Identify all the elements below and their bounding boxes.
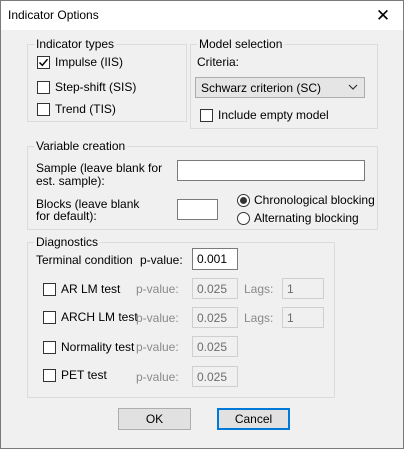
arch-lm-lags-input[interactable]: 1 xyxy=(282,307,324,328)
close-button[interactable]: ✕ xyxy=(363,1,403,30)
ar-lm-test-label: AR LM test xyxy=(61,282,121,296)
model-selection-label: Model selection xyxy=(197,37,285,51)
ar-lm-test-checkbox[interactable]: AR LM test xyxy=(43,281,120,297)
pet-test-label: PET test xyxy=(61,368,107,382)
arch-lm-pvalue-label: p-value: xyxy=(136,311,179,325)
arch-lm-lags-label: Lags: xyxy=(244,311,274,325)
title-bar: Indicator Options ✕ xyxy=(1,1,403,30)
impulse-label: Impulse (IIS) xyxy=(55,55,124,69)
step-shift-checkbox[interactable]: Step-shift (SIS) xyxy=(37,79,136,95)
criteria-label: Criteria: xyxy=(197,55,240,69)
sample-input[interactable] xyxy=(177,160,365,181)
blocks-input[interactable] xyxy=(177,199,218,220)
trend-label: Trend (TIS) xyxy=(55,102,116,116)
checkbox-box xyxy=(37,55,50,69)
window-title: Indicator Options xyxy=(8,8,99,22)
checkbox-box xyxy=(43,282,56,296)
normality-pvalue-label: p-value: xyxy=(136,340,179,354)
chronological-blocking-radio[interactable]: Chronological blocking xyxy=(237,192,375,208)
diagnostics-label: Diagnostics xyxy=(34,235,101,249)
sample-label-line1: Sample (leave blank for xyxy=(36,161,163,175)
include-empty-model-checkbox[interactable]: Include empty model xyxy=(200,107,329,123)
arch-lm-pvalue-input[interactable]: 0.025 xyxy=(192,307,238,328)
checkmark-icon xyxy=(38,58,49,66)
arch-lm-test-label: ARCH LM test xyxy=(61,310,138,324)
ar-lm-lags-label: Lags: xyxy=(244,282,274,296)
terminal-pvalue-label: p-value: xyxy=(140,253,183,267)
alternating-blocking-label: Alternating blocking xyxy=(254,211,359,225)
checkbox-box xyxy=(43,340,56,354)
criteria-select[interactable]: Schwarz criterion (SC) xyxy=(195,77,365,98)
impulse-checkbox[interactable]: Impulse (IIS) xyxy=(37,54,123,70)
ok-button[interactable]: OK xyxy=(118,408,191,430)
checkbox-box xyxy=(37,80,50,94)
normality-pvalue-input[interactable]: 0.025 xyxy=(192,336,238,357)
blocks-label-line2: for default): xyxy=(36,209,97,223)
ar-lm-pvalue-label: p-value: xyxy=(136,282,179,296)
step-shift-label: Step-shift (SIS) xyxy=(55,80,137,94)
cancel-button-label: Cancel xyxy=(234,412,273,426)
ar-lm-pvalue-input[interactable]: 0.025 xyxy=(192,278,238,299)
chevron-down-icon xyxy=(348,84,358,90)
trend-checkbox[interactable]: Trend (TIS) xyxy=(37,101,116,117)
ar-lm-lags-input[interactable]: 1 xyxy=(282,278,324,299)
pet-pvalue-label: p-value: xyxy=(136,370,179,384)
indicator-types-label: Indicator types xyxy=(34,37,117,51)
criteria-value: Schwarz criterion (SC) xyxy=(201,81,322,95)
include-empty-model-label: Include empty model xyxy=(218,108,329,122)
terminal-condition-label: Terminal condition xyxy=(36,253,133,267)
chronological-blocking-label: Chronological blocking xyxy=(254,193,375,207)
arch-lm-test-checkbox[interactable]: ARCH LM test xyxy=(43,309,138,325)
checkbox-box xyxy=(43,368,56,382)
ok-button-label: OK xyxy=(145,412,164,426)
indicator-options-dialog: Indicator Options ✕ Indicator types Impu… xyxy=(0,0,404,449)
pet-pvalue-input[interactable]: 0.025 xyxy=(192,366,238,387)
cancel-button[interactable]: Cancel xyxy=(217,408,290,430)
pet-test-checkbox[interactable]: PET test xyxy=(43,367,107,383)
terminal-pvalue-input[interactable]: 0.001 xyxy=(192,248,238,270)
alternating-blocking-radio[interactable]: Alternating blocking xyxy=(237,210,359,226)
radio-circle xyxy=(237,211,250,225)
checkbox-box xyxy=(200,108,213,122)
variable-creation-label: Variable creation xyxy=(34,139,128,153)
radio-dot xyxy=(240,196,247,204)
radio-circle xyxy=(237,193,250,207)
normality-test-checkbox[interactable]: Normality test xyxy=(43,339,134,355)
checkbox-box xyxy=(43,310,56,324)
sample-label-line2: est. sample): xyxy=(36,174,105,188)
checkbox-box xyxy=(37,102,50,116)
normality-test-label: Normality test xyxy=(61,340,135,354)
close-icon: ✕ xyxy=(375,5,391,25)
